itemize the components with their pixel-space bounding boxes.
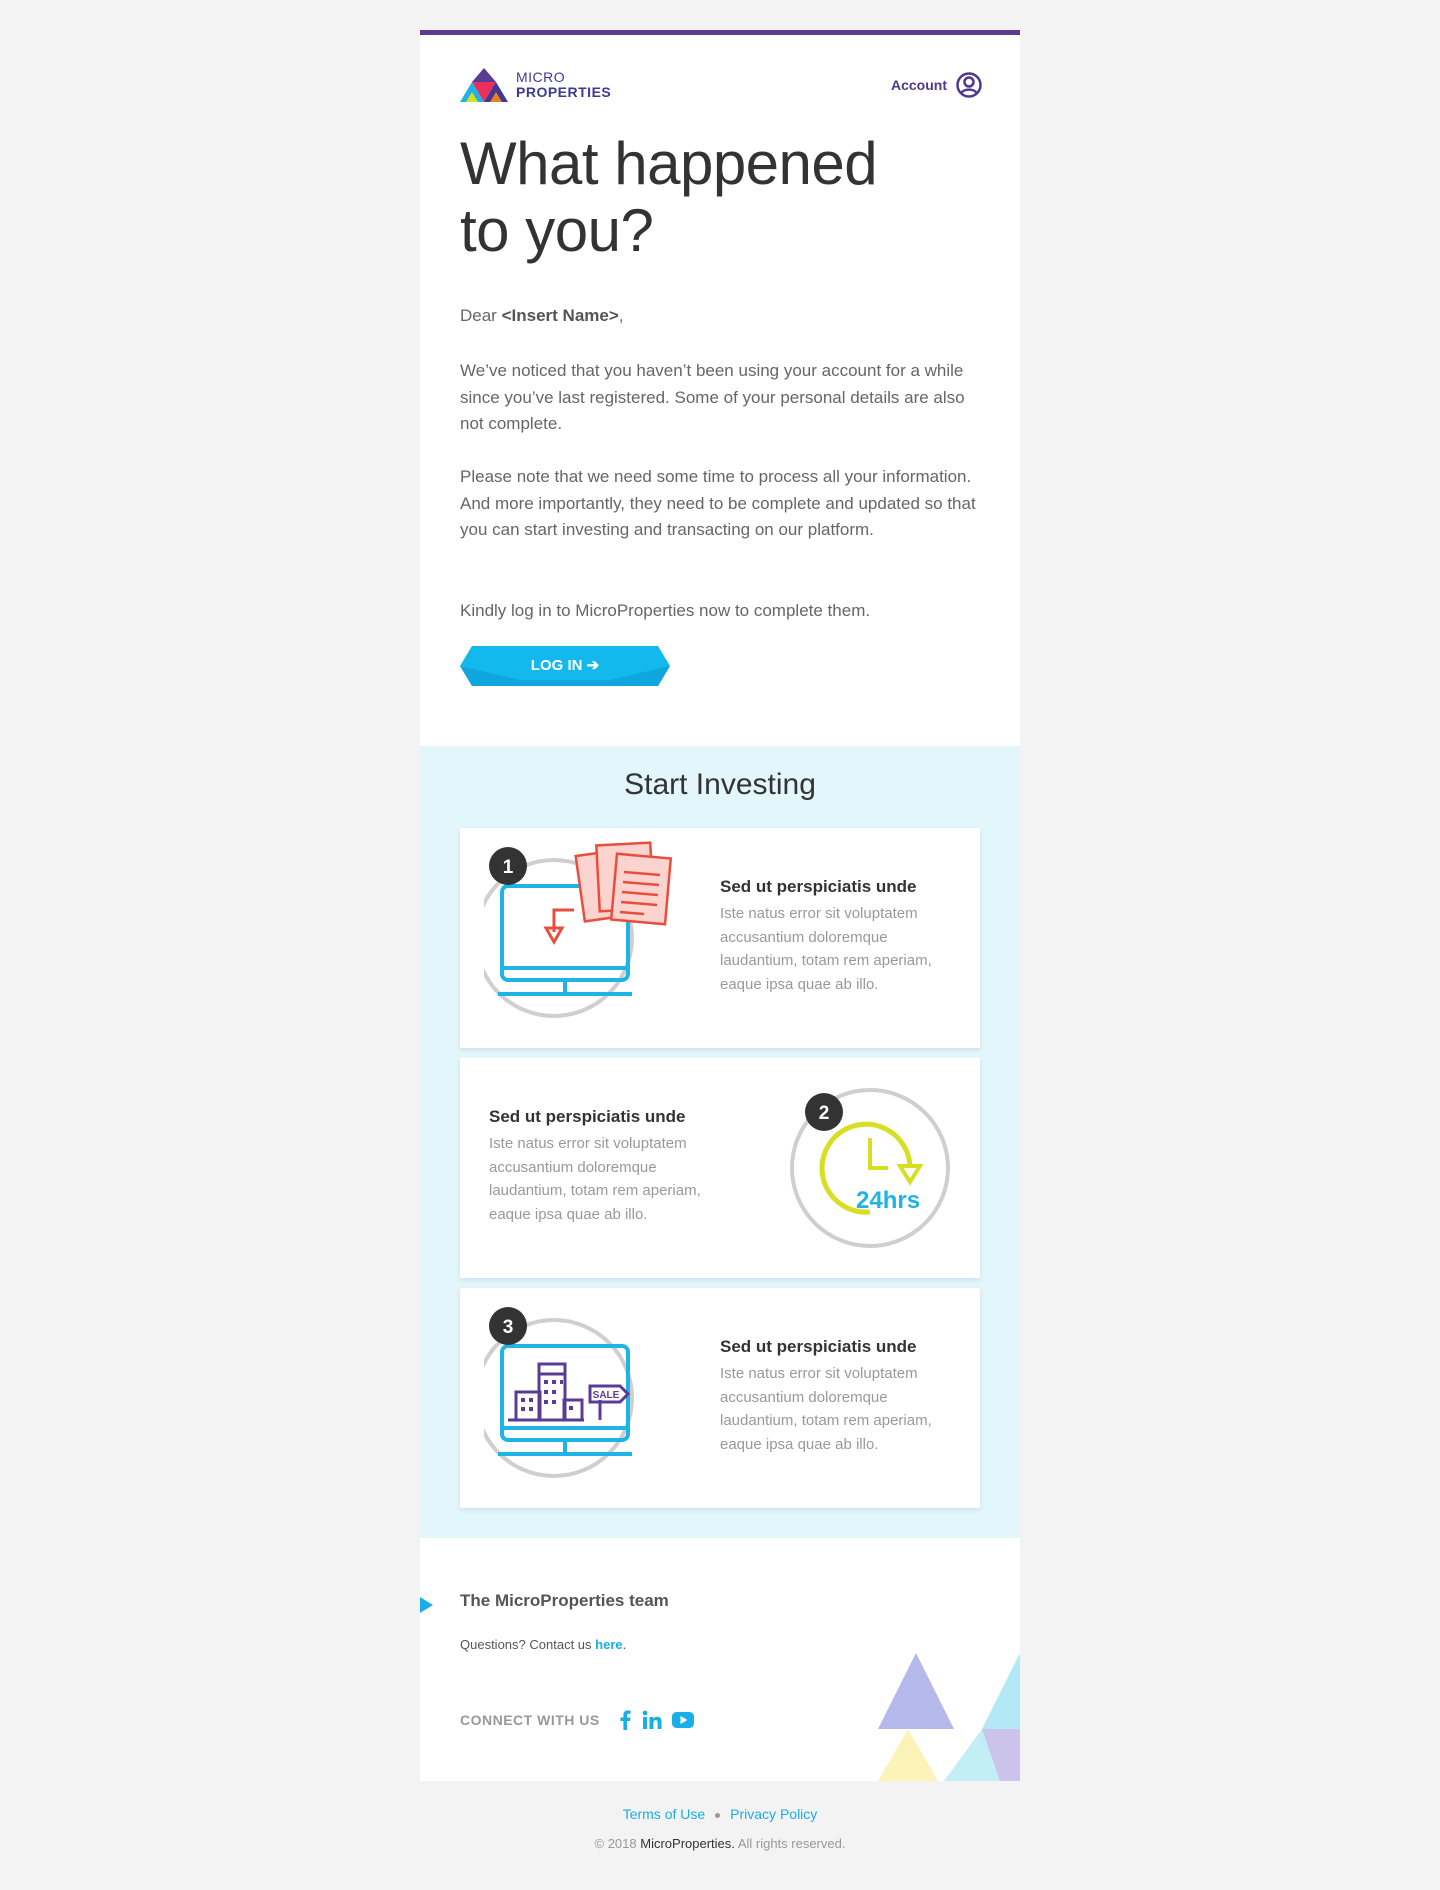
connect-with-us: CONNECT WITH US xyxy=(460,1710,704,1730)
logo-wordmark: MICRO PROPERTIES xyxy=(516,70,611,100)
greeting-comma: , xyxy=(618,306,624,325)
email-container: MICRO PROPERTIES Account What happened to… xyxy=(420,30,1020,1781)
connect-label: CONNECT WITH US xyxy=(460,1712,600,1728)
youtube-icon[interactable] xyxy=(671,1712,694,1728)
greeting-dear: Dear xyxy=(460,306,497,325)
headline-line-2: to you? xyxy=(460,197,654,264)
step-card-2-body: Iste natus error sit voluptatem accusant… xyxy=(489,1135,701,1223)
step-number-1: 1 xyxy=(503,857,514,878)
body-paragraph-1: We’ve noticed that you haven’t been usin… xyxy=(460,361,965,433)
copyright-brand: MicroProperties. xyxy=(640,1836,735,1851)
body-paragraph-2: Please note that we need some time to pr… xyxy=(460,467,976,539)
contact-here-link[interactable]: here xyxy=(595,1637,622,1652)
headline: What happened to you? xyxy=(460,130,940,264)
copyright-prefix: © 2018 xyxy=(594,1836,637,1851)
step-card-3: SALE 3 Sed ut perspiciatis unde Iste nat… xyxy=(460,1288,980,1508)
linkedin-icon[interactable] xyxy=(642,1710,662,1730)
footer-separator-dot xyxy=(715,1812,721,1818)
step-card-3-title: Sed ut perspiciatis unde xyxy=(720,1337,917,1356)
monitor-building-sale-icon: SALE 3 xyxy=(484,1307,634,1478)
footer-links: Terms of Use Privacy Policy xyxy=(0,1806,1440,1822)
questions-line: Questions? Contact us here. xyxy=(460,1637,626,1652)
top-accent-bar xyxy=(420,30,1020,35)
step-card-1: 1 Sed ut perspiciatis unde Iste natus er… xyxy=(460,828,980,1048)
logo-mark-icon xyxy=(460,68,508,102)
login-button[interactable]: LOG IN ➔ xyxy=(460,646,670,686)
micro-properties-logo[interactable]: MICRO PROPERTIES xyxy=(460,68,611,104)
recipient-name: <Insert Name> xyxy=(501,306,619,325)
user-icon xyxy=(956,72,982,98)
questions-period: . xyxy=(622,1637,627,1652)
step-card-3-body: Iste natus error sit voluptatem accusant… xyxy=(720,1365,932,1453)
greeting: Dear <Insert Name>, xyxy=(460,306,624,326)
badge-24hrs: 24hrs xyxy=(856,1187,920,1214)
privacy-policy-link[interactable]: Privacy Policy xyxy=(730,1806,817,1822)
step-number-3: 3 xyxy=(503,1317,514,1338)
terms-of-use-link[interactable]: Terms of Use xyxy=(623,1806,705,1822)
clock-24hrs-icon: 24hrs 2 xyxy=(790,1088,950,1248)
facebook-icon[interactable] xyxy=(618,1710,632,1730)
start-investing-section: Start Investing 1 Sed ut perspiciatis un… xyxy=(420,746,1020,1538)
signoff-team: The MicroProperties team xyxy=(460,1591,669,1610)
account-link[interactable]: Account xyxy=(891,72,982,98)
step-card-1-title: Sed ut perspiciatis unde xyxy=(720,877,917,896)
logo-line-properties: PROPERTIES xyxy=(516,84,612,100)
decorative-triangles xyxy=(878,1653,1020,1781)
logo-line-micro: MICRO xyxy=(516,69,566,85)
step-card-3-text: Sed ut perspiciatis unde Iste natus erro… xyxy=(720,1337,950,1456)
login-button-label: LOG IN ➔ xyxy=(530,657,600,674)
copyright: © 2018 MicroProperties. All rights reser… xyxy=(0,1836,1440,1851)
step-card-2-title: Sed ut perspiciatis unde xyxy=(489,1107,686,1126)
body-paragraph-3: Kindly log in to MicroProperties now to … xyxy=(460,601,871,620)
questions-text: Questions? Contact us xyxy=(460,1637,592,1652)
start-investing-title: Start Investing xyxy=(624,768,816,801)
step-card-1-body: Iste natus error sit voluptatem accusant… xyxy=(720,905,932,993)
step-card-2: Sed ut perspiciatis unde Iste natus erro… xyxy=(460,1058,980,1278)
copyright-rights: All rights reserved. xyxy=(737,1836,846,1851)
play-arrow-icon xyxy=(420,1597,433,1613)
step-card-1-text: Sed ut perspiciatis unde Iste natus erro… xyxy=(720,877,950,996)
account-label: Account xyxy=(891,77,947,93)
step-number-2: 2 xyxy=(819,1103,830,1124)
headline-line-1: What happened xyxy=(460,130,878,197)
step-card-2-text: Sed ut perspiciatis unde Iste natus erro… xyxy=(489,1107,719,1226)
monitor-documents-icon: 1 xyxy=(484,841,673,1018)
sale-sign-label: SALE xyxy=(593,1390,620,1401)
